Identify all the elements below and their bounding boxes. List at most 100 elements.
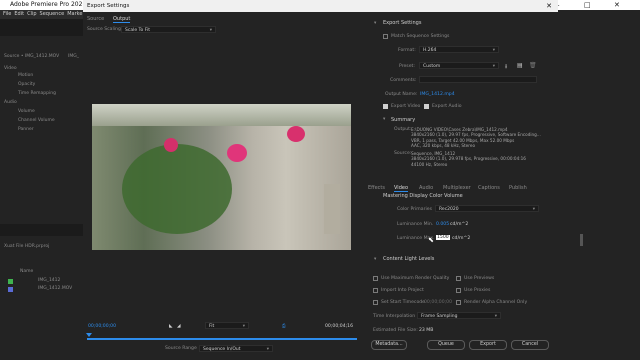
preview-flower xyxy=(287,126,305,142)
scrollbar-thumb[interactable] xyxy=(580,234,583,246)
comments-label: Comments: xyxy=(390,78,417,83)
content-light-chevron-icon[interactable]: ▾ xyxy=(374,257,376,262)
close-app-icon[interactable]: ✕ xyxy=(614,0,620,10)
summary-header[interactable]: Summary xyxy=(391,117,415,123)
effect-row-volume[interactable]: Volume xyxy=(18,109,35,114)
luminance-min-label: Luminance Min. xyxy=(397,222,434,227)
use-proxies-label: Use Proxies xyxy=(464,288,491,293)
queue-button[interactable]: Queue xyxy=(427,340,465,350)
summary-source-text: Sequence, IMG_1412 3840x2160 (1.0), 29.9… xyxy=(411,151,526,167)
export-button[interactable]: Export xyxy=(469,340,507,350)
effect-row-opacity[interactable]: Opacity xyxy=(18,82,35,87)
file-size-value: 23 MB xyxy=(419,328,434,333)
tab-source[interactable]: Source xyxy=(87,16,104,22)
preview-flower xyxy=(164,138,178,152)
preset-value: Custom xyxy=(423,64,441,69)
tab-audio[interactable]: Audio xyxy=(419,185,433,191)
render-alpha-checkbox[interactable] xyxy=(456,300,461,305)
tab-publish[interactable]: Publish xyxy=(509,185,527,191)
close-icon[interactable]: ✕ xyxy=(546,0,552,12)
snapshot-icon[interactable]: ⎙ xyxy=(282,323,286,329)
maximize-icon[interactable]: □ xyxy=(584,0,591,10)
comments-field[interactable] xyxy=(419,76,537,83)
dialog-title: Export Settings xyxy=(87,3,130,9)
save-preset-icon[interactable]: ⭳ xyxy=(505,62,507,72)
tab-video[interactable]: Video xyxy=(394,185,409,192)
time-interp-dropdown[interactable]: Frame Sampling ▾ xyxy=(417,312,501,319)
chevron-down-icon: ▾ xyxy=(492,48,495,53)
export-settings-header[interactable]: Export Settings xyxy=(383,20,421,26)
color-primaries-dropdown[interactable]: Rec2020 ▾ xyxy=(435,205,539,212)
mark-in-icon[interactable]: ◣ xyxy=(169,324,173,329)
format-dropdown[interactable]: H.264 ▾ xyxy=(419,46,499,53)
use-proxies-checkbox[interactable] xyxy=(456,288,461,293)
tab-output[interactable]: Output xyxy=(113,16,131,23)
effect-row-audio: Audio xyxy=(4,100,17,105)
delete-preset-icon[interactable]: 🗑 xyxy=(529,62,537,69)
render-alpha-label: Render Alpha Channel Only xyxy=(464,300,528,305)
content-light-header[interactable]: Content Light Levels xyxy=(383,256,434,262)
luminance-max-unit: cd/m^2 xyxy=(452,236,471,241)
project-col-name[interactable]: Name xyxy=(20,269,33,274)
cancel-button[interactable]: Cancel xyxy=(511,340,549,350)
chevron-down-icon: ▾ xyxy=(494,314,497,319)
summary-chevron-icon[interactable]: ▾ xyxy=(383,117,385,122)
menu-marker[interactable]: Marke xyxy=(67,11,82,17)
import-project-checkbox[interactable] xyxy=(373,288,378,293)
preview-pillar xyxy=(324,184,340,234)
playhead-icon[interactable] xyxy=(86,333,92,337)
preset-dropdown[interactable]: Custom ▾ xyxy=(419,62,499,69)
timecode-end[interactable]: 00;00;04;16 xyxy=(325,324,353,329)
time-interp-label: Time Interpolation xyxy=(373,314,416,319)
import-preset-icon[interactable]: ▤ xyxy=(517,62,523,69)
fit-dropdown[interactable]: Fit ▾ xyxy=(205,322,249,329)
max-quality-checkbox[interactable] xyxy=(373,276,378,281)
match-sequence-checkbox[interactable] xyxy=(383,34,388,39)
effect-row-video: Video xyxy=(4,66,17,71)
export-audio-checkbox[interactable] xyxy=(424,104,429,109)
source-panel-title[interactable]: Source • IMG_1412.MOV xyxy=(4,54,59,59)
max-quality-label: Use Maximum Render Quality xyxy=(381,276,450,281)
source-scaling-value: Scale To Fit xyxy=(125,28,150,33)
luminance-max-input[interactable]: 1500 xyxy=(436,235,450,240)
export-video-checkbox[interactable] xyxy=(383,104,388,109)
tab-effects[interactable]: Effects xyxy=(368,185,385,191)
effect-row-panner[interactable]: Panner xyxy=(18,127,34,132)
project-title: Xuat File HDR.prproj xyxy=(4,244,50,249)
preview-flower xyxy=(227,144,247,162)
menu-file[interactable]: File xyxy=(3,11,11,17)
app-menubar: File Edit Clip Sequence Marke xyxy=(0,10,90,19)
output-name-label: Output Name: xyxy=(385,92,418,97)
menu-clip[interactable]: Clip xyxy=(27,11,36,17)
chevron-down-icon: ▾ xyxy=(242,324,245,329)
mark-out-icon[interactable]: ◢ xyxy=(177,324,181,329)
source-tab2[interactable]: IMG_ xyxy=(68,54,79,59)
mouse-cursor-icon: ⬉ xyxy=(428,236,434,244)
timecode-start[interactable]: 00;00;00;00 xyxy=(88,324,116,329)
effect-row-time-remap[interactable]: Time Remapping xyxy=(18,91,56,96)
output-name-link[interactable]: IMG_1412.mp4 xyxy=(420,92,455,97)
set-timecode-checkbox[interactable] xyxy=(373,300,378,305)
collapse-chevron-icon[interactable]: ▾ xyxy=(374,21,376,26)
source-scaling-dropdown[interactable]: Scale To Fit ▾ xyxy=(121,26,216,33)
source-range-dropdown[interactable]: Sequence In/Out ▾ xyxy=(199,345,273,352)
metadata-button[interactable]: Metadata... xyxy=(371,340,407,350)
use-previews-checkbox[interactable] xyxy=(456,276,461,281)
mastering-header[interactable]: Mastering Display Color Volume xyxy=(383,193,463,199)
color-primaries-label: Color Primaries xyxy=(397,207,432,212)
effect-row-channel-volume[interactable]: Channel Volume xyxy=(18,118,55,123)
project-item[interactable]: IMG_1412.MOV xyxy=(38,286,72,291)
import-project-label: Import Into Project xyxy=(381,288,424,293)
format-value: H.264 xyxy=(423,48,437,53)
project-item[interactable]: IMG_1412 xyxy=(38,278,60,283)
luminance-min-value[interactable]: 0.005 xyxy=(436,222,449,227)
tab-multiplexer[interactable]: Multiplexer xyxy=(443,185,471,191)
menu-edit[interactable]: Edit xyxy=(14,11,24,17)
source-range-label: Source Range xyxy=(165,346,197,351)
timeline-range-bar[interactable] xyxy=(87,338,357,340)
effect-row-motion[interactable]: Motion xyxy=(18,73,33,78)
set-timecode-label: Set Start Timecode xyxy=(381,300,426,305)
menu-sequence[interactable]: Sequence xyxy=(40,11,65,17)
tab-captions[interactable]: Captions xyxy=(478,185,500,191)
start-timecode-value[interactable]: 00;00;00;00 xyxy=(424,300,452,305)
